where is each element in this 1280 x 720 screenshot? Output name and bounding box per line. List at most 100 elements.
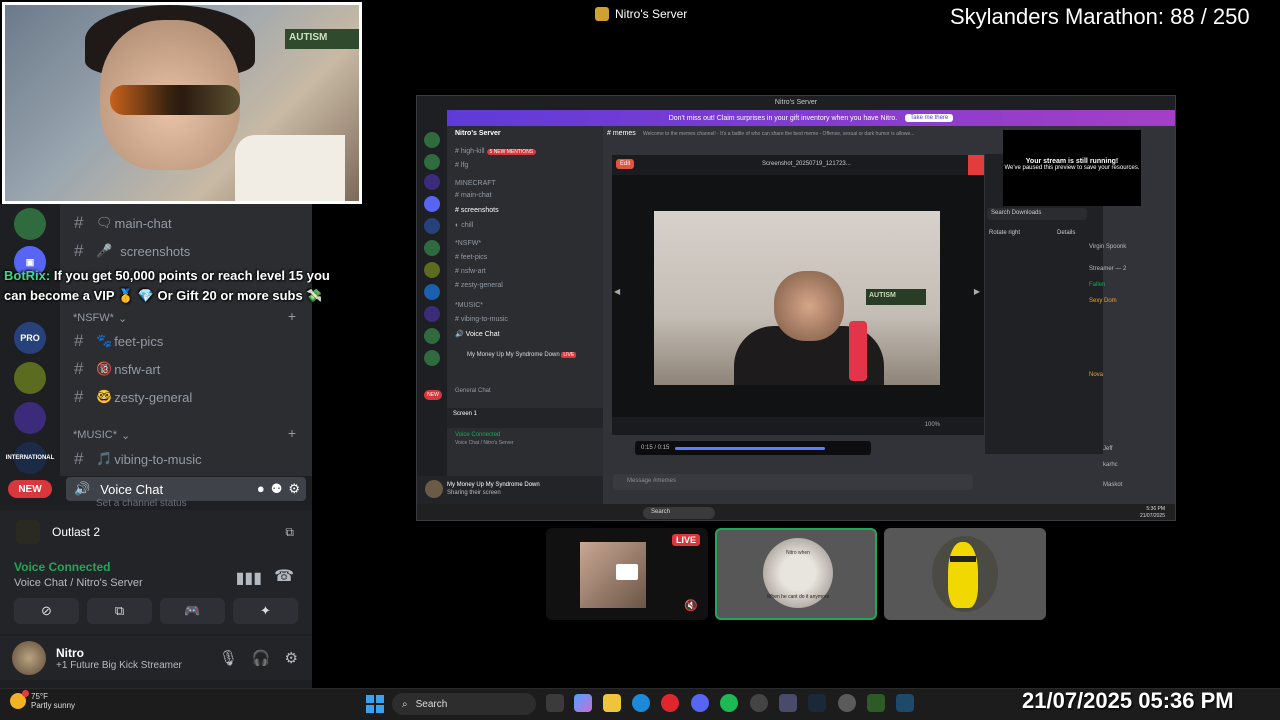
member-item[interactable]: Virgin Spoonk — [1089, 244, 1126, 250]
muted-speaker-icon[interactable]: 🔇 — [684, 599, 698, 612]
windows-start-icon[interactable] — [366, 695, 384, 713]
server-icon-australian[interactable] — [14, 208, 46, 240]
server-icon-purple[interactable] — [14, 402, 46, 434]
downloads-search[interactable]: Search Downloads — [987, 208, 1087, 220]
taskbar-search[interactable]: ⌕ Search — [392, 693, 536, 715]
file-explorer-icon[interactable] — [603, 694, 621, 712]
stream-tile-live[interactable]: LIVE 🔇 — [546, 528, 708, 620]
stream-voice-channel[interactable]: 🔊 Voice Chat — [455, 330, 500, 338]
stream-category[interactable]: MINECRAFT — [455, 180, 496, 187]
stream-new-pill[interactable]: NEW — [424, 390, 442, 400]
share-screen-icon[interactable]: ⧉ — [285, 525, 294, 540]
weather-widget[interactable]: 75°F Partly sunny — [10, 690, 75, 710]
app-icon[interactable] — [896, 694, 914, 712]
gear-icon[interactable]: ⚙ — [285, 649, 298, 667]
task-view-icon[interactable] — [546, 694, 564, 712]
steam-icon[interactable] — [808, 694, 826, 712]
member-item[interactable]: Sexy Dom — [1089, 298, 1117, 304]
image-viewer[interactable]: Edit Screenshot_20250719_121723... AUTIS… — [611, 154, 985, 436]
channel-zesty-general[interactable]: # 🤓 zesty-general — [74, 384, 192, 410]
viewer-close-button[interactable] — [968, 155, 984, 175]
stream-server-icon[interactable] — [424, 328, 440, 344]
new-unreads-pill[interactable]: NEW — [8, 480, 52, 498]
channel-vibing-to-music[interactable]: # 🎵 vibing-to-music — [74, 446, 202, 472]
nitro-banner-button[interactable]: Take me there — [905, 114, 954, 122]
participant-tile[interactable] — [884, 528, 1046, 620]
server-icon-pro[interactable]: PRO — [14, 322, 46, 354]
add-channel-plus-icon[interactable]: + — [288, 425, 296, 441]
details-button[interactable]: Details — [1057, 230, 1075, 236]
stream-channel[interactable]: # screenshots — [455, 207, 499, 214]
stream-channel[interactable]: # vibing-to-music — [455, 316, 508, 323]
edge-icon[interactable] — [632, 694, 650, 712]
chat-bubble-icon[interactable]: ● — [257, 481, 265, 497]
viewer-edit-button[interactable]: Edit — [616, 159, 635, 169]
stream-taskbar-search[interactable]: Search — [643, 507, 715, 519]
channel-feet-pics[interactable]: # 🐾 feet-pics — [74, 328, 163, 354]
add-channel-plus-icon[interactable]: + — [288, 308, 296, 324]
stream-category[interactable]: *MUSIC* — [455, 302, 483, 309]
participant-tile-speaking[interactable]: Nitro when When he cant do it anymore — [715, 528, 877, 620]
channel-main-chat[interactable]: # 🗨 main-chat — [74, 210, 172, 236]
stream-message-input[interactable]: Message #memes — [613, 474, 973, 490]
camera-off-button[interactable]: ⊘ — [14, 598, 79, 624]
stream-server-icon[interactable] — [424, 196, 440, 212]
next-arrow-icon[interactable]: ▶ — [974, 287, 980, 296]
copilot-icon[interactable] — [574, 694, 592, 712]
stream-channel[interactable]: # zesty-general — [455, 282, 503, 289]
opera-icon[interactable] — [661, 694, 679, 712]
headphones-icon[interactable]: 🎧 — [252, 649, 271, 667]
stream-server-icon[interactable] — [424, 240, 440, 256]
category-music[interactable]: *MUSIC* ⌄ — [73, 429, 130, 442]
member-item[interactable]: Fallen — [1089, 282, 1105, 288]
stream-category[interactable]: General Chat — [455, 388, 491, 394]
avatar[interactable] — [12, 641, 46, 675]
stream-playbar[interactable]: 0:15 / 0:15 — [635, 441, 871, 455]
discord-icon[interactable] — [691, 694, 709, 712]
stream-channel[interactable]: ◐ chill — [455, 222, 473, 229]
spotify-icon[interactable] — [720, 694, 738, 712]
member-item[interactable]: Jeff — [1103, 446, 1113, 452]
signal-icon[interactable]: ▮▮▮ — [236, 568, 262, 588]
stream-screen-share[interactable]: Screen 1 — [447, 408, 603, 428]
stream-channel[interactable]: # high-kill 5 NEW MENTIONS — [455, 148, 537, 155]
stream-server-icon[interactable] — [424, 284, 440, 300]
stream-server-icon[interactable] — [424, 262, 440, 278]
mic-icon[interactable]: 🎙 — [219, 649, 238, 667]
stream-server-icon[interactable] — [424, 132, 440, 148]
category-nsfw[interactable]: *NSFW* ⌄ — [73, 312, 127, 325]
settings-icon[interactable] — [838, 694, 856, 712]
app-icon[interactable] — [779, 694, 797, 712]
stream-server-icon[interactable] — [424, 174, 440, 190]
stream-server-icon[interactable] — [424, 154, 440, 170]
disconnect-icon[interactable]: ☎ — [274, 566, 294, 586]
download-app-icon[interactable] — [867, 694, 885, 712]
gear-icon[interactable]: ⚙ — [288, 481, 300, 497]
server-icon-mob[interactable] — [14, 362, 46, 394]
server-icon-international[interactable]: INTERNATIONAL — [6, 442, 54, 474]
stream-server-icon[interactable] — [424, 306, 440, 322]
avatar[interactable] — [425, 480, 443, 498]
stream-category[interactable]: *NSFW* — [455, 240, 481, 247]
obs-icon[interactable] — [750, 694, 768, 712]
voice-channel-status[interactable]: Set a channel status — [96, 498, 187, 509]
stream-channel[interactable]: # lfg — [455, 162, 468, 169]
member-item[interactable]: karhc — [1103, 462, 1118, 468]
activities-button[interactable]: 🎮 — [160, 598, 225, 624]
channel-nsfw-art[interactable]: # 🔞 nsfw-art — [74, 356, 160, 382]
stream-channel[interactable]: # feet-pics — [455, 254, 487, 261]
playbar-track[interactable] — [675, 446, 826, 450]
prev-arrow-icon[interactable]: ◀ — [614, 287, 620, 296]
stream-server-icon[interactable] — [424, 218, 440, 234]
stream-voice-user[interactable]: My Money Up My Syndrome Down LIVE — [467, 352, 577, 358]
add-member-icon[interactable]: ⚉ — [271, 481, 283, 497]
stream-channel[interactable]: # main-chat — [455, 192, 492, 199]
viewer-zoom[interactable]: 100% — [925, 422, 940, 428]
stream-server-name[interactable]: Nitro's Server — [455, 130, 501, 137]
soundboard-button[interactable]: ✦ — [233, 598, 298, 624]
member-item[interactable]: Nova — [1089, 372, 1103, 378]
stream-channel[interactable]: # nsfw-art — [455, 268, 486, 275]
channel-screenshots[interactable]: # 🎤 screenshots — [74, 238, 190, 264]
share-screen-button[interactable]: ⧉ — [87, 598, 152, 624]
rotate-right-button[interactable]: Rotate right — [989, 230, 1020, 236]
